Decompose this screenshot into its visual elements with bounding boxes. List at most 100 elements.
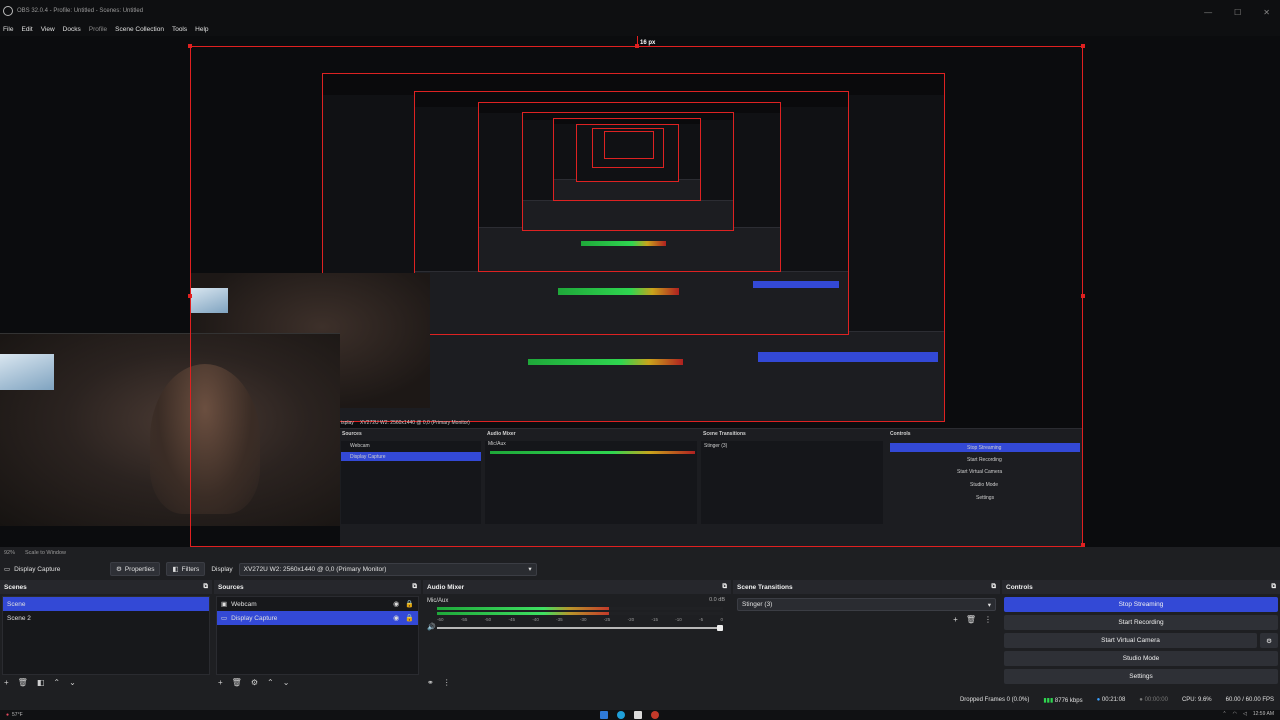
meter-tick-label: -25 <box>603 617 611 622</box>
link-icon[interactable]: ⚭ <box>427 678 434 687</box>
studio-mode-button[interactable]: Studio Mode <box>1004 651 1278 666</box>
display-label: Display <box>211 565 233 573</box>
app-icon[interactable] <box>634 711 642 719</box>
undock-icon[interactable]: ⧉ <box>722 583 727 591</box>
record-icon: ● <box>1139 697 1143 703</box>
speaker-icon[interactable]: 🔊 <box>427 623 436 631</box>
preview-canvas[interactable]: 16 px isplay XV272U W2: 2560x1440 @ 0,0 … <box>0 36 1280 547</box>
transition-select[interactable]: Stinger (3) ▾ <box>737 598 996 611</box>
clock[interactable]: 12:59 AM <box>1253 711 1274 717</box>
selected-source-name: Display Capture <box>14 565 61 573</box>
move-up-icon[interactable]: ⌃ <box>267 678 274 687</box>
volume-knob[interactable] <box>717 625 723 631</box>
resize-handle[interactable] <box>1081 44 1085 48</box>
menu-help[interactable]: Help <box>195 26 208 33</box>
recording-time: ● 00:00:00 <box>1139 697 1168 703</box>
properties-button[interactable]: ⚙ Properties <box>110 562 161 576</box>
more-icon[interactable]: ⋮ <box>984 615 992 624</box>
menu-tools[interactable]: Tools <box>172 26 187 33</box>
trash-icon[interactable]: 🗑 <box>966 615 976 624</box>
filters-button[interactable]: ◧ Filters <box>166 562 206 576</box>
display-select[interactable]: XV272U W2: 2560x1440 @ 0,0 (Primary Moni… <box>238 562 537 576</box>
menu-file[interactable]: File <box>3 26 13 33</box>
start-recording-button[interactable]: Start Recording <box>1004 615 1278 630</box>
cpu-usage: CPU: 9.6% <box>1181 697 1212 703</box>
minimize-icon[interactable]: — <box>1204 8 1212 17</box>
menu-scene-collection[interactable]: Scene Collection <box>115 26 164 33</box>
network-icon[interactable]: ◠ <box>1233 711 1237 717</box>
selected-source: ▭ Display Capture <box>4 565 104 574</box>
source-list: ▣ Webcam ◉ 🔒 ▭ Display Capture ◉ 🔒 <box>216 596 419 675</box>
lock-icon[interactable]: 🔒 <box>405 600 414 608</box>
browser-icon[interactable] <box>617 711 625 719</box>
source-item[interactable]: ▭ Display Capture ◉ 🔒 <box>217 611 418 625</box>
filter-icon[interactable]: ◧ <box>37 678 45 687</box>
resize-handle[interactable] <box>635 44 639 48</box>
undock-icon[interactable]: ⧉ <box>1271 583 1276 591</box>
stop-streaming-button[interactable]: Stop Streaming <box>1004 597 1278 612</box>
meter-tick-label: -15 <box>651 617 658 622</box>
volume-slider[interactable] <box>437 625 723 631</box>
meter-tick-label: -60 <box>437 617 444 622</box>
source-toolbar: ▭ Display Capture ⚙ Properties ◧ Filters D… <box>0 560 1280 578</box>
trash-icon[interactable]: 🗑 <box>18 678 28 687</box>
dock-area: Scenes ⧉ Scene Scene 2 + 🗑 ◧ ⌃ ⌄ Sources ⧉… <box>0 580 1280 690</box>
start-virtual-camera-button[interactable]: Start Virtual Camera <box>1004 633 1257 648</box>
resize-handle[interactable] <box>188 294 192 298</box>
zoom-level[interactable]: 92% <box>4 550 15 556</box>
undock-icon[interactable]: ⧉ <box>991 583 996 591</box>
meter-tick-label: -35 <box>556 617 563 622</box>
status-bar: Dropped Frames 0 (0.0%) ▮▮▮ 8776 kbps ● … <box>0 690 1280 710</box>
menu-docks[interactable]: Docks <box>63 26 81 33</box>
monitor-icon: ▭ <box>221 615 228 622</box>
eye-icon[interactable]: ◉ <box>393 600 399 608</box>
gear-icon: ⚙ <box>116 566 122 573</box>
close-icon[interactable]: ✕ <box>1263 8 1270 17</box>
maximize-icon[interactable]: ☐ <box>1234 8 1241 17</box>
controls-title: Controls <box>1006 583 1033 591</box>
eye-icon[interactable]: ◉ <box>393 614 399 622</box>
weather-icon: ● <box>6 712 10 718</box>
trash-icon[interactable]: 🗑 <box>232 678 242 687</box>
meter-tick-label: -20 <box>627 617 635 622</box>
start-icon[interactable] <box>600 711 608 719</box>
menu-edit[interactable]: Edit <box>21 26 32 33</box>
window-titlebar: OBS 32.0.4 - Profile: Untitled - Scenes:… <box>0 0 1280 22</box>
selected-source-bounds[interactable] <box>190 46 1083 547</box>
signal-icon: ▮▮▮ <box>1043 697 1054 704</box>
move-down-icon[interactable]: ⌄ <box>69 678 76 687</box>
source-item[interactable]: ▣ Webcam ◉ 🔒 <box>217 597 418 611</box>
scale-mode[interactable]: Scale to Window <box>25 550 66 556</box>
undock-icon[interactable]: ⧉ <box>412 583 417 591</box>
gear-icon[interactable]: ⚙ <box>251 678 258 687</box>
sources-dock: Sources ⧉ ▣ Webcam ◉ 🔒 ▭ Display Capture ◉… <box>214 580 421 690</box>
weather-widget[interactable]: ● 57°F <box>6 712 23 718</box>
audio-mixer-title: Audio Mixer <box>427 583 465 591</box>
move-down-icon[interactable]: ⌄ <box>283 678 290 687</box>
virtual-camera-settings-icon[interactable]: ⚙ <box>1260 633 1278 648</box>
menu-view[interactable]: View <box>41 26 55 33</box>
move-up-icon[interactable]: ⌃ <box>53 678 60 687</box>
preview-zoom-bar: 92% Scale to Window <box>0 547 1280 559</box>
add-icon[interactable]: + <box>953 615 958 624</box>
chevron-up-icon[interactable]: ⌃ <box>1222 711 1226 717</box>
obs-taskbar-icon[interactable] <box>651 711 659 719</box>
meter-scale: -60 -55 -50 -45 -40 -35 -30 -25 -20 -15 -10 -5 0 <box>437 617 723 622</box>
channel-db: 0.0 dB <box>709 597 725 603</box>
more-icon[interactable]: ⋮ <box>443 678 451 687</box>
window-controls: — ☐ ✕ <box>1204 8 1270 17</box>
add-icon[interactable]: + <box>4 678 9 687</box>
settings-button[interactable]: Settings <box>1004 669 1278 684</box>
add-icon[interactable]: + <box>218 678 223 687</box>
menu-profile[interactable]: Profile <box>89 26 107 33</box>
channel-name: Mic/Aux <box>427 598 449 604</box>
resize-handle[interactable] <box>188 44 192 48</box>
meter-tick-label: -40 <box>532 617 539 622</box>
scene-item[interactable]: Scene <box>3 597 209 611</box>
volume-icon[interactable]: ◁ <box>1243 711 1247 717</box>
lock-icon[interactable]: 🔒 <box>405 614 414 622</box>
resize-handle[interactable] <box>1081 294 1085 298</box>
taskbar-apps <box>600 711 659 719</box>
scene-item[interactable]: Scene 2 <box>3 611 209 625</box>
undock-icon[interactable]: ⧉ <box>203 583 208 591</box>
